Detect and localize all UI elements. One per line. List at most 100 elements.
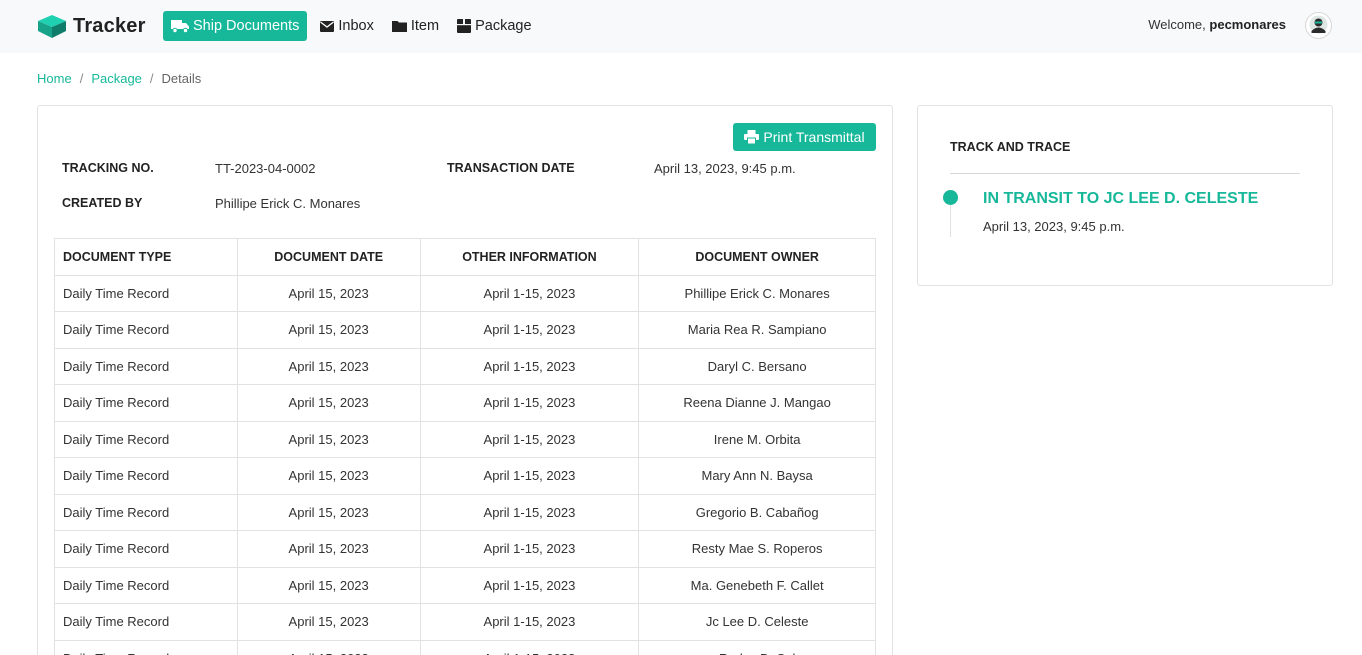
track-title: TRACK AND TRACE — [950, 140, 1071, 154]
nav-package[interactable]: Package — [448, 11, 540, 41]
main-nav: Ship Documents Inbox Item Package — [163, 11, 541, 41]
table-row: Daily Time Record April 15, 2023 April 1… — [54, 384, 876, 422]
breadcrumb-home[interactable]: Home — [37, 71, 72, 86]
nav-ship-documents[interactable]: Ship Documents — [163, 11, 308, 41]
cell-document-date: April 15, 2023 — [236, 639, 421, 655]
cube-logo-icon — [36, 13, 68, 39]
timeline-dot-icon — [943, 190, 958, 205]
cell-document-date: April 15, 2023 — [236, 311, 421, 349]
cell-document-type: Daily Time Record — [54, 420, 238, 458]
table-row: Daily Time Record April 15, 2023 April 1… — [54, 639, 876, 655]
header-document-date: DOCUMENT DATE — [236, 238, 421, 276]
cell-other-information: April 1-15, 2023 — [419, 639, 640, 655]
cell-document-date: April 15, 2023 — [236, 457, 421, 495]
table-header-row: DOCUMENT TYPE DOCUMENT DATE OTHER INFORM… — [54, 238, 876, 276]
breadcrumb: Home / Package / Details — [37, 71, 201, 86]
created-by-value: Phillipe Erick C. Monares — [215, 196, 361, 211]
nav-ship-documents-label: Ship Documents — [193, 18, 300, 34]
cell-document-date: April 15, 2023 — [236, 493, 421, 531]
welcome-text: Welcome, pecmonares — [1148, 17, 1286, 32]
nav-inbox-label: Inbox — [338, 18, 374, 34]
cell-document-type: Daily Time Record — [54, 311, 238, 349]
breadcrumb-separator: / — [79, 71, 84, 86]
nav-item-label: Item — [410, 18, 440, 34]
breadcrumb-current: Details — [161, 71, 202, 86]
user-avatar-icon — [1309, 15, 1328, 37]
cell-document-owner: Phillipe Erick C. Monares — [638, 274, 876, 312]
transaction-date-label: TRANSACTION DATE — [447, 161, 575, 175]
cell-other-information: April 1-15, 2023 — [419, 274, 640, 312]
table-row: Daily Time Record April 15, 2023 April 1… — [54, 311, 876, 349]
cell-document-type: Daily Time Record — [54, 384, 238, 422]
header-document-owner: DOCUMENT OWNER — [638, 238, 876, 276]
cell-document-owner: Ma. Genebeth F. Callet — [638, 566, 876, 604]
table-row: Daily Time Record April 15, 2023 April 1… — [54, 566, 876, 604]
cell-other-information: April 1-15, 2023 — [419, 384, 640, 422]
cell-document-type: Daily Time Record — [54, 493, 238, 531]
cell-document-type: Daily Time Record — [54, 530, 238, 568]
table-body: Daily Time Record April 15, 2023 April 1… — [54, 274, 876, 655]
avatar[interactable] — [1305, 12, 1332, 39]
cell-document-date: April 15, 2023 — [236, 384, 421, 422]
cell-document-owner: Maria Rea R. Sampiano — [638, 311, 876, 349]
table-row: Daily Time Record April 15, 2023 April 1… — [54, 603, 876, 641]
table-row: Daily Time Record April 15, 2023 April 1… — [54, 274, 876, 312]
cell-document-owner: Irene M. Orbita — [638, 420, 876, 458]
printer-icon — [744, 130, 760, 144]
track-date: April 13, 2023, 9:45 p.m. — [983, 219, 1125, 234]
cell-other-information: April 1-15, 2023 — [419, 493, 640, 531]
cell-document-owner: Jc Lee D. Celeste — [638, 603, 876, 641]
cell-document-date: April 15, 2023 — [236, 347, 421, 385]
cell-other-information: April 1-15, 2023 — [419, 347, 640, 385]
cell-document-type: Daily Time Record — [54, 457, 238, 495]
cell-other-information: April 1-15, 2023 — [419, 603, 640, 641]
tracking-no-label: TRACKING NO. — [62, 161, 154, 175]
cell-document-owner: Resty Mae S. Roperos — [638, 530, 876, 568]
cell-document-owner: Daryl C. Bersano — [638, 347, 876, 385]
cell-other-information: April 1-15, 2023 — [419, 457, 640, 495]
track-status: IN TRANSIT TO JC LEE D. CELESTE — [983, 190, 1259, 207]
cell-document-owner: Mary Ann N. Baysa — [638, 457, 876, 495]
cell-document-owner: Gregorio B. Cabañog — [638, 493, 876, 531]
cell-other-information: April 1-15, 2023 — [419, 530, 640, 568]
table-row: Daily Time Record April 15, 2023 April 1… — [54, 420, 876, 458]
cell-document-date: April 15, 2023 — [236, 530, 421, 568]
print-transmittal-label: Print Transmittal — [763, 129, 865, 145]
cell-document-date: April 15, 2023 — [236, 420, 421, 458]
table-row: Daily Time Record April 15, 2023 April 1… — [54, 347, 876, 385]
username: pecmonares — [1209, 17, 1286, 32]
created-by-label: CREATED BY — [62, 196, 143, 210]
nav-item[interactable]: Item — [383, 11, 448, 41]
table-row: Daily Time Record April 15, 2023 April 1… — [54, 457, 876, 495]
cell-other-information: April 1-15, 2023 — [419, 420, 640, 458]
box-icon — [457, 19, 472, 33]
header-other-information: OTHER INFORMATION — [419, 238, 640, 276]
table-row: Daily Time Record April 15, 2023 April 1… — [54, 530, 876, 568]
breadcrumb-separator: / — [149, 71, 154, 86]
brand[interactable]: Tracker — [36, 12, 146, 40]
print-transmittal-button[interactable]: Print Transmittal — [733, 123, 876, 151]
cell-document-date: April 15, 2023 — [236, 274, 421, 312]
cell-other-information: April 1-15, 2023 — [419, 311, 640, 349]
cell-document-date: April 15, 2023 — [236, 603, 421, 641]
breadcrumb-package[interactable]: Package — [91, 71, 142, 86]
cell-document-date: April 15, 2023 — [236, 566, 421, 604]
documents-table: DOCUMENT TYPE DOCUMENT DATE OTHER INFORM… — [54, 238, 876, 655]
nav-package-label: Package — [475, 18, 532, 34]
header-document-type: DOCUMENT TYPE — [54, 238, 238, 276]
cell-document-type: Daily Time Record — [54, 603, 238, 641]
timeline-line — [950, 204, 951, 237]
cell-document-type: Daily Time Record — [54, 347, 238, 385]
top-navbar: Tracker Ship Documents Inbox Item Packag… — [0, 0, 1362, 53]
envelope-icon — [320, 20, 335, 32]
track-divider — [950, 173, 1300, 174]
brand-name: Tracker — [73, 14, 146, 37]
cell-other-information: April 1-15, 2023 — [419, 566, 640, 604]
nav-inbox[interactable]: Inbox — [311, 11, 382, 41]
transaction-date-value: April 13, 2023, 9:45 p.m. — [654, 161, 796, 176]
cell-document-owner: Reena Dianne J. Mangao — [638, 384, 876, 422]
cell-document-type: Daily Time Record — [54, 639, 238, 655]
truck-icon — [171, 19, 189, 33]
tracking-no-value: TT-2023-04-0002 — [215, 161, 316, 176]
cell-document-type: Daily Time Record — [54, 566, 238, 604]
